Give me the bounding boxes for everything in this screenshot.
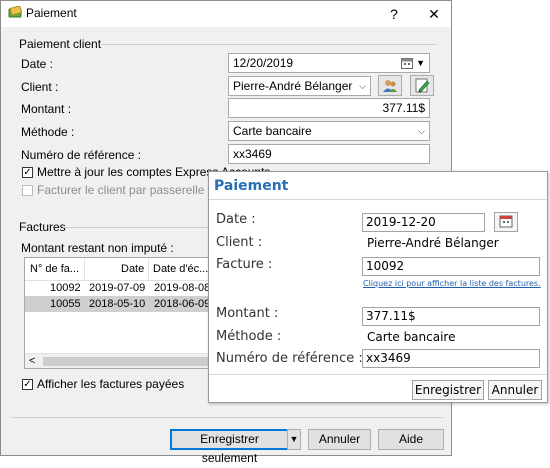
save-only-button[interactable]: Enregistrer seulement [170, 429, 289, 465]
table-row[interactable]: 10092 2019-07-09 2019-08-08 [25, 280, 211, 296]
amount-label: Montant : [21, 102, 72, 116]
popup-invoice-field[interactable]: 10092 [362, 257, 540, 276]
popup-client-value: Pierre-André Bélanger [367, 236, 499, 250]
show-paid-checkbox[interactable]: ✓ [22, 379, 33, 390]
popup-reference-label: Numéro de référence : [216, 351, 363, 366]
popup-date-label: Date : [216, 212, 256, 227]
remaining-label: Montant restant non imputé : [21, 241, 174, 255]
client-edit-button[interactable] [410, 75, 434, 96]
cell-date: 2018-05-10 [89, 298, 146, 310]
column-header-date[interactable]: Date [121, 263, 144, 275]
popup-method-select[interactable]: Carte bancaire ▼ [362, 329, 462, 361]
popup-method-label: Méthode : [216, 329, 282, 344]
users-icon [383, 80, 397, 92]
client-value: Pierre-André Bélanger [233, 79, 353, 93]
popup-invoice-link[interactable]: Cliquez ici pour afficher la liste des f… [363, 279, 541, 288]
money-icon [8, 6, 22, 18]
edit-icon [415, 78, 430, 93]
close-button[interactable]: ✕ [419, 3, 449, 25]
popup-reference-field[interactable]: xx3469 [362, 349, 540, 368]
client-select[interactable]: Pierre-André Bélanger ⌵ [228, 76, 371, 96]
payment-popup: Paiement Date : 2019-12-20 Client : Pier… [208, 171, 548, 403]
footer-divider [11, 417, 443, 418]
popup-client-select[interactable]: Pierre-André Bélanger ▼ [362, 235, 502, 267]
invoices-table[interactable]: N° de fa... Date Date d'éc... 10092 2019… [24, 257, 211, 369]
update-express-checkbox[interactable]: ✓ [22, 167, 33, 178]
reference-field[interactable]: xx3469 [228, 144, 430, 164]
popup-invoice-label: Facture : [216, 257, 273, 272]
chevron-down-icon[interactable]: ▼ [416, 54, 425, 72]
cell-number: 10092 [50, 282, 81, 294]
scroll-left-icon[interactable]: < [29, 355, 35, 367]
popup-client-label: Client : [216, 235, 263, 250]
payment-group-title: Paiement client [19, 37, 102, 51]
window-title: Paiement [26, 6, 77, 20]
column-separator [148, 258, 149, 280]
cell-number: 10055 [50, 298, 81, 310]
popup-amount-label: Montant : [216, 306, 279, 321]
popup-save-button[interactable]: Enregistrer [412, 380, 484, 400]
date-field[interactable]: 12/20/2019 ▼ [228, 53, 430, 73]
chevron-down-icon: ▼ [289, 434, 299, 444]
table-header: N° de fa... Date Date d'éc... [25, 258, 210, 281]
popup-divider [209, 199, 547, 200]
save-options-dropdown[interactable]: ▼ [287, 429, 301, 450]
column-header-number[interactable]: N° de fa... [30, 263, 79, 275]
cancel-button[interactable]: Annuler [308, 429, 371, 450]
cell-date: 2019-07-09 [89, 282, 146, 294]
chevron-down-icon: ⌵ [418, 126, 425, 136]
method-select[interactable]: Carte bancaire ⌵ [228, 121, 430, 141]
cell-due: 2018-06-09 [154, 298, 211, 310]
invoices-group-title: Factures [19, 220, 66, 234]
bill-gateway-checkbox[interactable] [22, 185, 33, 196]
help-button[interactable]: Aide [378, 429, 444, 450]
chevron-down-icon: ⌵ [359, 81, 366, 91]
date-value: 12/20/2019 [233, 56, 294, 70]
popup-cancel-button[interactable]: Annuler [488, 380, 542, 400]
column-separator [84, 258, 85, 280]
table-row[interactable]: 10055 2018-05-10 2018-06-09 [25, 296, 211, 312]
client-label: Client : [21, 80, 59, 94]
popup-method-value: Carte bancaire [367, 330, 456, 344]
client-lookup-button[interactable] [378, 75, 402, 96]
help-title-button[interactable]: ? [379, 3, 409, 25]
reference-label: Numéro de référence : [21, 148, 142, 162]
calendar-icon[interactable] [401, 57, 413, 69]
group-divider [101, 44, 437, 45]
popup-title: Paiement [214, 178, 289, 194]
method-label: Méthode : [21, 125, 75, 139]
popup-amount-field[interactable]: 377.11$ [362, 307, 540, 326]
scrollbar-thumb[interactable] [43, 357, 208, 366]
calendar-icon [499, 215, 513, 228]
method-value: Carte bancaire [233, 124, 312, 138]
cell-due: 2019-08-08 [154, 282, 211, 294]
title-bar: Paiement ? ✕ [1, 1, 451, 27]
amount-field[interactable]: 377.11$ [228, 98, 430, 118]
show-paid-label: Afficher les factures payées [37, 377, 185, 391]
column-header-due[interactable]: Date d'éc... [153, 263, 208, 275]
horizontal-scrollbar[interactable]: < [25, 353, 210, 368]
popup-date-field[interactable]: 2019-12-20 [362, 213, 485, 232]
popup-divider [209, 374, 547, 375]
group-divider [63, 227, 209, 228]
popup-calendar-button[interactable] [494, 212, 518, 232]
date-label: Date : [21, 57, 54, 71]
